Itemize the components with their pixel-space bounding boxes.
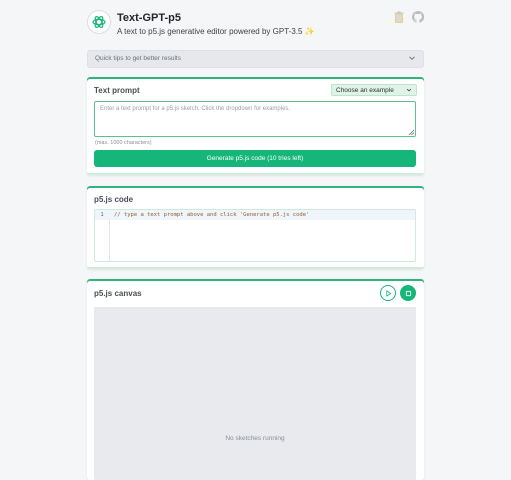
play-icon [385,289,391,297]
quick-tips-label: Quick tips to get better results [95,55,181,62]
line-number: 1 [100,212,104,218]
code-editor[interactable]: 1 // type a text prompt above and click … [94,209,416,262]
canvas-empty-message: No sketches running [225,435,285,442]
canvas-title: p5.js canvas [94,289,142,298]
app-title: Text-GPT-p5 [117,12,181,24]
example-select[interactable]: Choose an example [331,84,417,96]
app-subtitle: A text to p5.js generative editor powere… [117,27,315,36]
char-limit-hint: (max. 1000 characters) [95,140,152,146]
text-prompt-title: Text prompt [94,86,140,95]
code-card: p5.js code 1 // type a text prompt above… [87,186,424,269]
trash-icon[interactable] [392,10,405,23]
play-button[interactable] [380,285,396,301]
resize-grip-icon[interactable] [408,129,414,135]
example-select-value: Choose an example [336,86,394,94]
code-text: // type a text prompt above and click 'G… [114,212,310,218]
stop-icon [405,290,411,296]
text-prompt-card: Text prompt Choose an example Enter a te… [87,77,424,175]
code-line[interactable]: 1 // type a text prompt above and click … [95,210,415,220]
code-title: p5.js code [94,195,134,204]
quick-tips-accordion[interactable]: Quick tips to get better results [87,50,424,68]
chevron-down-icon [409,56,415,60]
header: Text-GPT-p5 A text to p5.js generative e… [87,10,424,42]
prompt-textarea[interactable]: Enter a text prompt for a p5.js sketch. … [94,101,416,137]
github-icon[interactable] [411,10,424,23]
openai-logo-icon [87,10,111,34]
prompt-placeholder: Enter a text prompt for a p5.js sketch. … [100,106,291,112]
chevron-down-icon [406,88,412,92]
stop-button[interactable] [400,285,416,301]
generate-button[interactable]: Generate p5.js code (10 tries left) [94,150,416,167]
sketch-canvas[interactable]: No sketches running [94,307,416,480]
canvas-card: p5.js canvas No sketches running [87,279,424,480]
